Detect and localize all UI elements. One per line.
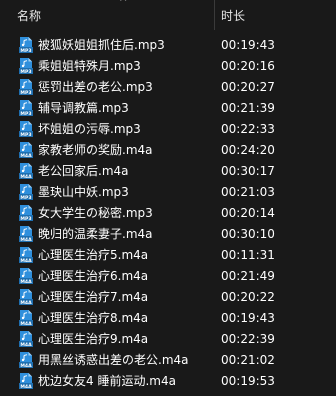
file-type-label: MP3	[20, 132, 31, 137]
file-row[interactable]: M4A 心理医生治疗5.m4a 00:11:31	[0, 245, 336, 265]
file-duration: 00:21:39	[221, 101, 275, 115]
file-name: 心理医生治疗5.m4a	[38, 248, 149, 262]
file-duration: 00:30:10	[221, 227, 275, 241]
file-name: 辅导调教篇.mp3	[38, 101, 129, 115]
file-duration: 00:21:02	[221, 353, 275, 367]
file-name: 女大学生の秘密.mp3	[38, 206, 153, 220]
file-row[interactable]: M4A 老公回家后.m4a 00:30:17	[0, 161, 336, 181]
audio-file-icon: MP3	[19, 205, 33, 221]
file-name: 心理医生治疗6.m4a	[38, 269, 149, 283]
audio-file-icon: M4A	[19, 310, 33, 326]
file-row[interactable]: MP3 女大学生の秘密.mp3 00:20:14	[0, 203, 336, 223]
column-header-duration[interactable]: 时长	[221, 7, 245, 24]
file-name: 晚归的温柔妻子.m4a	[38, 227, 153, 241]
file-row[interactable]: MP3 惩罚出差の老公.mp3 00:20:27	[0, 77, 336, 97]
file-type-label: MP3	[20, 48, 31, 53]
file-row[interactable]: M4A 心理医生治疗6.m4a 00:21:49	[0, 266, 336, 286]
file-type-label: M4A	[20, 342, 32, 347]
file-type-label: M4A	[20, 363, 32, 368]
file-duration: 00:21:03	[221, 185, 275, 199]
file-row[interactable]: M4A 枕边女友4 睡前运动.m4a 00:19:53	[0, 371, 336, 391]
file-duration: 00:20:27	[221, 80, 275, 94]
file-name: 枕边女友4 睡前运动.m4a	[38, 374, 176, 388]
file-type-label: MP3	[20, 195, 31, 200]
audio-file-icon: M4A	[19, 142, 33, 158]
file-row[interactable]: M4A 心理医生治疗7.m4a 00:20:22	[0, 287, 336, 307]
file-name: 老公回家后.m4a	[38, 164, 129, 178]
file-duration: 00:22:33	[221, 122, 275, 136]
file-type-label: M4A	[20, 384, 32, 389]
file-row[interactable]: MP3 坏姐姐の污辱.mp3 00:22:33	[0, 119, 336, 139]
file-duration: 00:11:31	[221, 248, 275, 262]
file-row[interactable]: MP3 墨玦山中妖.mp3 00:21:03	[0, 182, 336, 202]
file-type-label: MP3	[20, 90, 31, 95]
file-row[interactable]: M4A 心理医生治疗8.m4a 00:19:43	[0, 308, 336, 328]
file-duration: 00:24:20	[221, 143, 275, 157]
file-type-label: M4A	[20, 300, 32, 305]
file-type-label: M4A	[20, 279, 32, 284]
column-header: 名称 ^ 时长	[0, 0, 336, 30]
audio-file-icon: MP3	[19, 58, 33, 74]
file-duration: 00:20:14	[221, 206, 275, 220]
audio-file-icon: M4A	[19, 373, 33, 389]
audio-file-icon: M4A	[19, 247, 33, 263]
audio-file-icon: M4A	[19, 289, 33, 305]
file-name: 乘姐姐特殊月.mp3	[38, 59, 141, 73]
file-name: 心理医生治疗9.m4a	[38, 332, 149, 346]
file-name: 心理医生治疗8.m4a	[38, 311, 149, 325]
audio-file-icon: MP3	[19, 79, 33, 95]
file-name: 墨玦山中妖.mp3	[38, 185, 129, 199]
file-duration: 00:20:16	[221, 59, 275, 73]
file-duration: 00:30:17	[221, 164, 275, 178]
file-row[interactable]: M4A 晚归的温柔妻子.m4a 00:30:10	[0, 224, 336, 244]
file-type-label: M4A	[20, 321, 32, 326]
file-name: 心理医生治疗7.m4a	[38, 290, 149, 304]
file-type-label: M4A	[20, 237, 32, 242]
file-duration: 00:19:43	[221, 38, 275, 52]
file-type-label: M4A	[20, 258, 32, 263]
file-name: 坏姐姐の污辱.mp3	[38, 122, 141, 136]
file-row[interactable]: M4A 心理医生治疗9.m4a 00:22:39	[0, 329, 336, 349]
file-type-label: MP3	[20, 111, 31, 116]
file-name: 被狐妖姐姐抓住后.mp3	[38, 38, 165, 52]
file-name: 惩罚出差の老公.mp3	[38, 80, 153, 94]
audio-file-icon: M4A	[19, 352, 33, 368]
file-type-label: M4A	[20, 153, 32, 158]
file-duration: 00:20:22	[221, 290, 275, 304]
audio-file-icon: MP3	[19, 37, 33, 53]
audio-file-icon: M4A	[19, 163, 33, 179]
audio-file-icon: MP3	[19, 100, 33, 116]
file-row[interactable]: MP3 乘姐姐特殊月.mp3 00:20:16	[0, 56, 336, 76]
file-name: 家教老师の奖励.m4a	[38, 143, 153, 157]
file-type-label: MP3	[20, 216, 31, 221]
audio-file-icon: MP3	[19, 121, 33, 137]
file-row[interactable]: M4A 用黑丝诱惑出差の老公.m4a 00:21:02	[0, 350, 336, 370]
column-divider[interactable]	[214, 0, 215, 30]
audio-file-icon: MP3	[19, 184, 33, 200]
file-row[interactable]: M4A 家教老师の奖励.m4a 00:24:20	[0, 140, 336, 160]
file-type-label: M4A	[20, 174, 32, 179]
chevron-up-icon: ^	[119, 0, 128, 8]
column-header-name[interactable]: 名称	[17, 7, 41, 24]
file-row[interactable]: MP3 辅导调教篇.mp3 00:21:39	[0, 98, 336, 118]
audio-file-icon: M4A	[19, 268, 33, 284]
audio-file-icon: M4A	[19, 331, 33, 347]
file-name: 用黑丝诱惑出差の老公.m4a	[38, 353, 189, 367]
file-duration: 00:21:49	[221, 269, 275, 283]
file-type-label: MP3	[20, 69, 31, 74]
file-duration: 00:19:43	[221, 311, 275, 325]
file-duration: 00:19:53	[221, 374, 275, 388]
file-duration: 00:22:39	[221, 332, 275, 346]
audio-file-icon: M4A	[19, 226, 33, 242]
file-row[interactable]: MP3 被狐妖姐姐抓住后.mp3 00:19:43	[0, 35, 336, 55]
